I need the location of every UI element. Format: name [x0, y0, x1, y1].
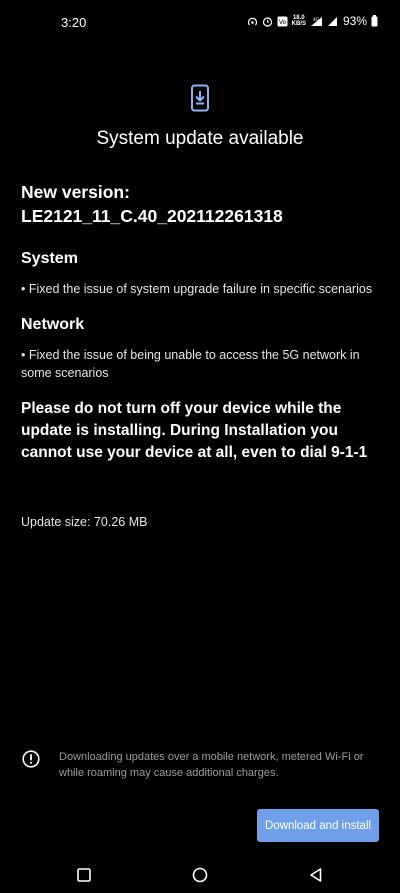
warning-text: Please do not turn off your device while… — [21, 400, 368, 461]
status-icons: Vo 18.0 KB/S 4G 93% — [247, 14, 378, 28]
status-time: 3:20 — [61, 15, 87, 30]
new-version-label: New version: — [21, 182, 130, 202]
signal-4g-icon: 4G — [310, 16, 323, 27]
back-triangle-icon[interactable] — [308, 867, 324, 883]
recents-square-icon[interactable] — [76, 867, 92, 883]
version-string: LE2121_11_C.40_202112261318 — [21, 206, 283, 226]
battery-icon — [371, 15, 378, 27]
home-circle-icon[interactable] — [192, 867, 208, 883]
update-size: Update size: 70.26 MB — [21, 515, 148, 529]
info-icon — [22, 750, 40, 768]
battery-percent: 93% — [342, 14, 367, 28]
network-speed-unit: KB/S — [291, 21, 306, 27]
signal-icon — [327, 16, 338, 27]
section-heading-system: System — [21, 250, 78, 267]
section-item-network: • Fixed the issue of being unable to acc… — [21, 348, 360, 380]
release-notes: New version: LE2121_11_C.40_202112261318… — [21, 180, 380, 529]
volte-icon: Vo — [277, 16, 288, 27]
network-speed: 18.0 KB/S — [292, 15, 306, 27]
section-item-system: • Fixed the issue of system upgrade fail… — [21, 282, 373, 296]
hotspot-icon — [247, 16, 258, 27]
alarm-icon — [262, 16, 273, 27]
section-heading-network: Network — [21, 316, 85, 333]
svg-text:Vo: Vo — [278, 19, 286, 26]
svg-text:4G: 4G — [313, 17, 320, 23]
charges-notice: Downloading updates over a mobile networ… — [22, 749, 370, 781]
page-title: System update available — [96, 128, 304, 149]
navigation-bar — [0, 858, 400, 893]
status-bar: 3:20 Vo 18.0 KB/S 4G 93% — [0, 0, 400, 44]
download-and-install-button[interactable]: Download and install — [257, 809, 379, 842]
phone-download-icon — [190, 84, 210, 112]
notice-text: Downloading updates over a mobile networ… — [59, 751, 364, 779]
